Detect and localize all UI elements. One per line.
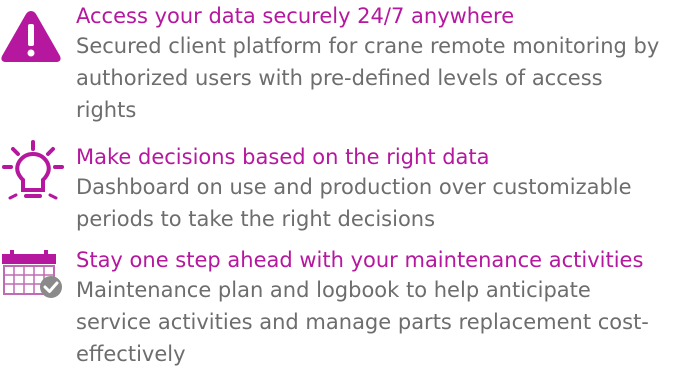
feature-decisions: Make decisions based on the right data D… bbox=[0, 140, 673, 231]
lightbulb-icon bbox=[2, 140, 64, 204]
feature-heading: Access your data securely 24/7 anywhere bbox=[76, 4, 515, 28]
feature-text: Stay one step ahead with your maintenanc… bbox=[76, 246, 669, 370]
feature-heading: Stay one step ahead with your maintenanc… bbox=[76, 248, 644, 272]
feature-description: Dashboard on use and production over cus… bbox=[76, 175, 632, 231]
feature-secure-access: Access your data securely 24/7 anywhere … bbox=[0, 0, 673, 130]
warning-icon bbox=[0, 8, 62, 68]
calendar-check-icon bbox=[0, 248, 64, 304]
feature-heading: Make decisions based on the right data bbox=[76, 145, 490, 169]
feature-description: Maintenance plan and logbook to help ant… bbox=[76, 278, 649, 366]
feature-maintenance: Stay one step ahead with your maintenanc… bbox=[0, 246, 673, 370]
feature-text: Access your data securely 24/7 anywhere … bbox=[76, 2, 669, 126]
feature-text: Make decisions based on the right data D… bbox=[76, 143, 669, 235]
feature-description: Secured client platform for crane remote… bbox=[76, 34, 660, 122]
